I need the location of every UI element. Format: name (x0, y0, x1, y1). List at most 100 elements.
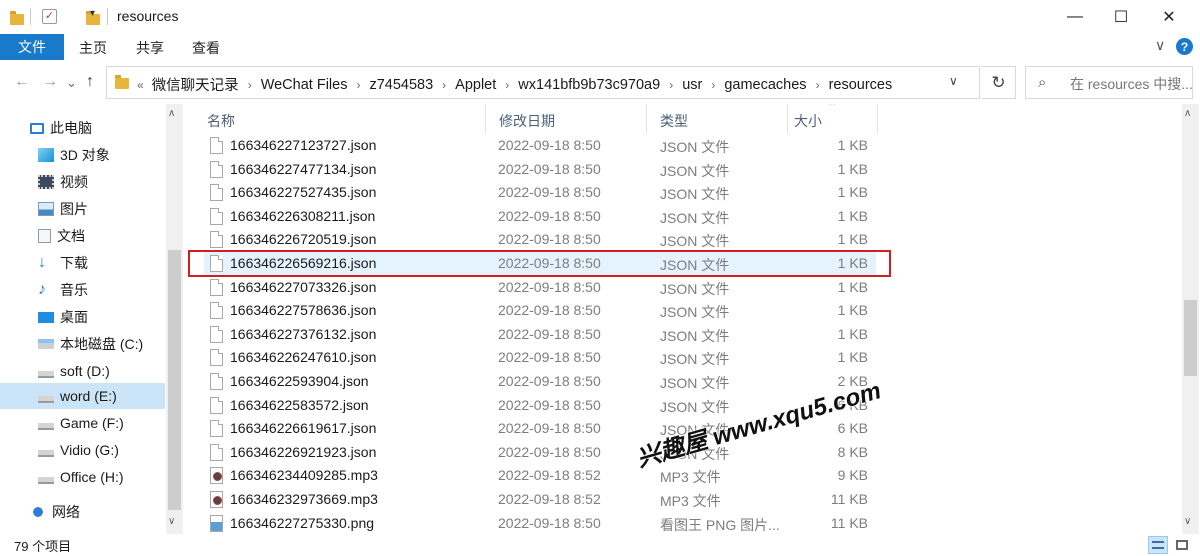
scroll-up-icon[interactable]: ∧ (168, 108, 175, 119)
breadcrumb-item[interactable]: 微信聊天记录 (152, 74, 239, 95)
table-row[interactable]: 166346227527435.json 2022-09-18 8:50 JSON … (204, 181, 876, 205)
address-dropdown-icon[interactable]: ∨ (949, 74, 958, 88)
chevron-right-icon[interactable]: › (816, 78, 820, 92)
sidebar-scrollbar[interactable]: ∧ ∨ (166, 104, 183, 534)
chevron-right-icon[interactable]: › (356, 78, 360, 92)
tab-view[interactable]: 查看 (192, 38, 220, 58)
address-bar[interactable]: « 微信聊天记录 › WeChat Files › z7454583 › App… (106, 66, 980, 99)
breadcrumb-item[interactable]: resources (829, 77, 893, 93)
table-row[interactable]: 166346227477134.json 2022-09-18 8:50 JSON … (204, 158, 876, 182)
close-button[interactable]: ✕ (1146, 0, 1192, 34)
sidebar-item-drive-d[interactable]: soft (D:) (0, 358, 165, 384)
file-icon (210, 160, 223, 178)
tab-file[interactable]: 文件 (0, 34, 64, 60)
table-row[interactable]: 166346227376132.json 2022-09-18 8:50 JSON … (204, 323, 876, 347)
file-name: 16634622593904.json (230, 373, 369, 389)
table-row[interactable]: 166346232973669.mp3 2022-09-18 8:52 MP3 文件… (204, 488, 876, 512)
file-size: 11 KB (830, 514, 868, 531)
properties-icon[interactable]: ✓ (42, 9, 57, 24)
sidebar-item-network[interactable]: 网络 (0, 499, 165, 525)
picture-icon (38, 202, 54, 216)
sidebar-item-music[interactable]: ♪ 音乐 (0, 277, 165, 303)
column-header-type[interactable]: 类型 (660, 111, 688, 131)
table-row[interactable]: 166346234409285.mp3 2022-09-18 8:52 MP3 文件… (204, 464, 876, 488)
sidebar-item-drive-c[interactable]: 本地磁盘 (C:) (0, 331, 165, 357)
sidebar-item-3d-objects[interactable]: 3D 对象 (0, 142, 165, 168)
breadcrumb-item[interactable]: gamecaches (724, 77, 806, 93)
breadcrumb-item[interactable]: Applet (455, 77, 496, 93)
table-row[interactable]: 166346226720519.json 2022-09-18 8:50 JSON … (204, 228, 876, 252)
tab-home[interactable]: 主页 (79, 38, 107, 58)
column-header-date[interactable]: 修改日期 (499, 111, 555, 131)
file-name: 166346234409285.mp3 (230, 467, 378, 484)
table-row[interactable]: 166346227073326.json 2022-09-18 8:50 JSON … (204, 276, 876, 300)
table-row[interactable]: 16634622593904.json 2022-09-18 8:50 JSON 文… (204, 370, 876, 394)
file-name: 166346227527435.json (230, 184, 377, 201)
breadcrumb-item[interactable]: z7454583 (369, 77, 433, 93)
file-name: 166346227578636.json (230, 302, 377, 319)
column-divider[interactable] (877, 104, 878, 134)
divider (30, 8, 31, 25)
scrollbar-thumb[interactable] (168, 250, 181, 510)
file-type: MP3 文件 (660, 469, 721, 486)
breadcrumb-item[interactable]: usr (682, 77, 702, 93)
breadcrumb-item[interactable]: WeChat Files (261, 77, 348, 93)
chevron-right-icon[interactable]: › (669, 78, 673, 92)
search-box[interactable]: ⌕ 在 resources 中搜... (1025, 66, 1193, 99)
ribbon-tabs: 文件 主页 共享 查看 ∨ (0, 34, 1200, 60)
chevron-right-icon[interactable]: › (442, 78, 446, 92)
scrollbar-thumb[interactable] (1184, 300, 1197, 376)
scroll-down-icon[interactable]: ∨ (1184, 516, 1191, 527)
chevron-right-icon[interactable]: › (711, 78, 715, 92)
sidebar-item-this-pc[interactable]: 此电脑 (0, 115, 165, 141)
minimize-button[interactable]: — (1052, 0, 1098, 34)
file-type: JSON 文件 (660, 209, 730, 226)
scroll-down-icon[interactable]: ∨ (168, 516, 175, 527)
large-icons-view-icon[interactable] (1172, 536, 1192, 554)
refresh-button[interactable]: ↻ (982, 66, 1016, 99)
table-row[interactable]: 166346227275330.png 2022-09-18 8:50 看图王 PN… (204, 512, 876, 534)
sidebar-item-desktop[interactable]: 桌面 (0, 304, 165, 330)
table-row[interactable]: 166346226308211.json 2022-09-18 8:50 JSON … (204, 205, 876, 229)
sidebar-item-documents[interactable]: 文档 (0, 223, 165, 249)
sidebar-item-label: 图片 (60, 201, 88, 217)
chevron-right-icon[interactable]: › (248, 78, 252, 92)
breadcrumb-item[interactable]: wx141bfb9b73c970a9 (518, 77, 660, 93)
sidebar-item-drive-f[interactable]: Game (F:) (0, 410, 165, 436)
forward-button[interactable]: → (42, 73, 58, 91)
up-button[interactable]: ↑ (86, 73, 94, 91)
column-header-name[interactable]: 名称 (207, 111, 235, 131)
details-view-icon[interactable] (1148, 536, 1168, 554)
sidebar-item-videos[interactable]: 视频 (0, 169, 165, 195)
chevron-right-icon[interactable]: › (505, 78, 509, 92)
column-divider[interactable] (485, 104, 486, 134)
network-icon (30, 505, 46, 519)
file-list-scrollbar[interactable]: ∧ ∨ (1182, 104, 1199, 534)
help-icon[interactable]: ? (1176, 38, 1193, 55)
column-divider[interactable] (646, 104, 647, 134)
sidebar-item-pictures[interactable]: 图片 (0, 196, 165, 222)
table-row[interactable]: 166346227578636.json 2022-09-18 8:50 JSON … (204, 299, 876, 323)
column-divider[interactable] (787, 104, 788, 134)
file-type: MP3 文件 (660, 493, 721, 509)
column-header-size[interactable]: 大小 (794, 111, 822, 131)
recent-locations-button[interactable]: ⌄ (66, 75, 77, 91)
scroll-up-icon[interactable]: ∧ (1184, 108, 1191, 119)
ribbon-collapse-icon[interactable]: ∨ (1155, 37, 1165, 54)
table-row[interactable]: 166346226247610.json 2022-09-18 8:50 JSON … (204, 346, 876, 370)
tab-share[interactable]: 共享 (136, 38, 164, 58)
back-button[interactable]: ← (14, 73, 30, 91)
customize-toolbar-icon[interactable]: ▾ (90, 8, 95, 24)
file-date: 2022-09-18 8:50 (498, 514, 601, 531)
sidebar-item-drive-e[interactable]: word (E:) (0, 383, 165, 409)
table-row[interactable]: 166346226921923.json 2022-09-18 8:50 JSON … (204, 441, 876, 465)
maximize-button[interactable]: ☐ (1098, 0, 1144, 34)
search-input[interactable]: 在 resources 中搜... (1070, 74, 1193, 94)
table-row[interactable]: 166346227123727.json 2022-09-18 8:50 JSON … (204, 134, 876, 158)
sidebar-item-drive-h[interactable]: Office (H:) (0, 464, 165, 490)
file-size: 11 KB (830, 491, 868, 507)
sidebar-item-downloads[interactable]: ↓ 下载 (0, 250, 165, 276)
file-date: 2022-09-18 8:50 (498, 278, 601, 295)
breadcrumb-overflow[interactable]: « (137, 78, 144, 92)
sidebar-item-drive-g[interactable]: Vidio (G:) (0, 437, 165, 463)
